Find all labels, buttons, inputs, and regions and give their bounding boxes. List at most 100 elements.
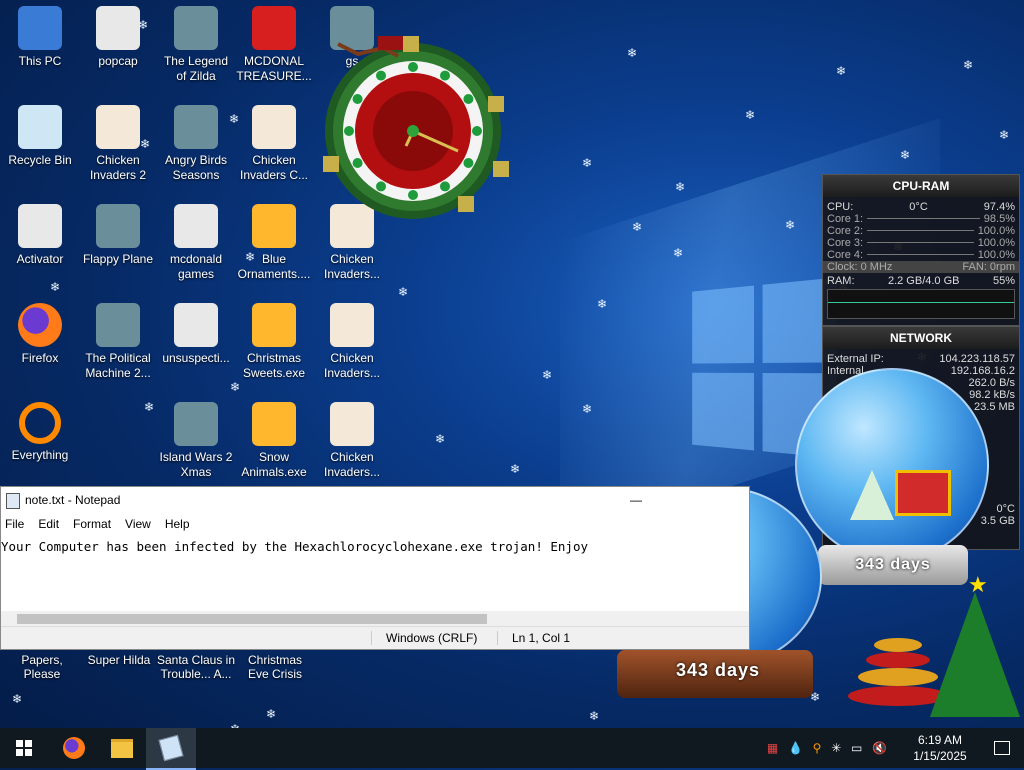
taskbar-firefox[interactable] [50, 728, 98, 768]
menu-file[interactable]: File [5, 513, 24, 535]
menu-edit[interactable]: Edit [38, 513, 59, 535]
game-icon [96, 204, 140, 248]
core-3-value: 100.0% [977, 237, 1015, 249]
download-speed: 98.2 kB/s [969, 389, 1015, 401]
snowflake-icon: ❄ [144, 400, 155, 414]
notepad-icon [6, 493, 20, 509]
folder-icon [174, 204, 218, 248]
icon-label-papers-please[interactable]: Papers, Please [2, 653, 82, 681]
snowflake-icon: ❄ [673, 246, 684, 260]
action-center-button[interactable] [980, 728, 1024, 768]
clock[interactable]: 6:19 AM 1/15/2025 [900, 728, 980, 768]
desktop-icon[interactable]: Chicken Invaders C... [236, 105, 312, 183]
minimize-button[interactable]: — [621, 487, 651, 513]
notepad-titlebar[interactable]: note.txt - Notepad — [1, 487, 749, 513]
desktop-icon[interactable]: The Legend of Zilda [158, 6, 234, 84]
desktop-icon[interactable]: Firefox [2, 303, 78, 366]
notepad-window[interactable]: note.txt - Notepad — File Edit Format Vi… [0, 486, 750, 650]
core-1-label: Core 1: [827, 213, 864, 225]
ram-value: 2.2 GB/4.0 GB [887, 275, 960, 287]
scrollbar-thumb[interactable] [17, 614, 487, 624]
search-tray-icon[interactable]: ⚲ [813, 741, 822, 755]
snowflake-tray-icon[interactable]: ✳ [831, 741, 841, 755]
core-2-label: Core 2: [827, 225, 864, 237]
icon-label-santa-claus[interactable]: Santa Claus in Trouble... A... [156, 653, 236, 681]
notepad-text-area[interactable]: Your Computer has been infected by the H… [1, 535, 749, 601]
folder-icon [18, 204, 62, 248]
chicken-icon [252, 105, 296, 149]
desktop-icon-label: Chicken Invaders C... [239, 153, 309, 182]
network-icon[interactable]: ▭ [851, 741, 862, 755]
clock-hour-dot [440, 181, 450, 192]
start-button[interactable] [0, 728, 48, 768]
horizontal-scrollbar[interactable] [1, 611, 749, 627]
exe-icon [252, 204, 296, 248]
small-tree-icon [850, 470, 894, 520]
icon-label-christmas-eve-crisis[interactable]: Christmas Eve Crisis [236, 653, 314, 681]
desktop-icon[interactable]: Angry Birds Seasons [158, 105, 234, 183]
desktop-icon[interactable]: Blue Ornaments.... [236, 204, 312, 282]
total-transfer: 23.5 MB [974, 401, 1015, 413]
icon-label-super-hilda[interactable]: Super Hilda [84, 653, 154, 667]
cpu-ram-gadget[interactable]: CPU-RAM CPU: 0°C 97.4% Core 1: 98.5% Core… [822, 174, 1020, 326]
desktop-icon[interactable]: mcdonald games [158, 204, 234, 282]
firefox-icon [63, 737, 85, 759]
menu-format[interactable]: Format [73, 513, 111, 535]
desktop-icon[interactable]: MCDONAL TREASURE... [236, 6, 312, 84]
desktop-icon[interactable]: This PC [2, 6, 78, 69]
desktop-icon[interactable]: Flappy Plane [80, 204, 156, 267]
chicken-icon [330, 402, 374, 446]
desktop-icon[interactable]: unsuspecti... [158, 303, 234, 366]
desktop-icon[interactable]: Everything [2, 402, 78, 463]
desktop-icon-label: Christmas Sweets.exe [242, 351, 306, 380]
cpu-ram-title: CPU-RAM [823, 175, 1019, 197]
cpu-temp: 0°C [909, 201, 928, 213]
desktop-icon[interactable]: popcap [80, 6, 156, 69]
taskbar-notepad[interactable] [146, 728, 196, 770]
desktop-icon[interactable]: Snow Animals.exe [236, 402, 312, 480]
gadget-tray-icon[interactable]: ▦ [767, 741, 778, 755]
clock-hour-dot [352, 94, 363, 104]
snowflake-icon: ❄ [900, 148, 911, 162]
taskbar-file-explorer[interactable] [98, 728, 146, 768]
water-drop-icon[interactable]: 💧 [788, 741, 803, 755]
computer-icon [18, 6, 62, 50]
desktop-icon[interactable]: Recycle Bin [2, 105, 78, 168]
desktop-icon[interactable]: Christmas Sweets.exe [236, 303, 312, 381]
clock-hour-dot [376, 70, 386, 81]
clock-speed: Clock: 0 MHz [827, 261, 893, 273]
clock-hour-dot [463, 158, 474, 168]
gifts-icon [895, 470, 951, 516]
desktop-icon[interactable]: Activator [2, 204, 78, 267]
desktop-icon-label: MCDONAL TREASURE... [236, 54, 312, 83]
system-tray: ▦ 💧 ⚲ ✳ ▭ 🔇 [762, 728, 892, 768]
core-2-value: 100.0% [977, 225, 1015, 237]
clock-hour-dot [352, 158, 363, 168]
drive-size: 3.5 GB [980, 515, 1015, 527]
snowflake-icon: ❄ [510, 462, 521, 476]
menu-help[interactable]: Help [165, 513, 190, 535]
folder-icon [96, 6, 140, 50]
desktop-icon[interactable]: Island Wars 2 Xmas [158, 402, 234, 480]
snowflake-icon: ❄ [836, 64, 847, 78]
cpu-label: CPU: [827, 201, 854, 213]
wreath-clock-gadget[interactable] [318, 36, 518, 226]
notification-icon [994, 741, 1010, 755]
core-4-label: Core 4: [827, 249, 864, 261]
desktop-icon-label: Recycle Bin [8, 153, 72, 167]
desktop-icon[interactable]: Chicken Invaders... [314, 303, 390, 381]
desktop-icon-label: Firefox [21, 351, 59, 365]
game-icon [174, 6, 218, 50]
menu-view[interactable]: View [125, 513, 151, 535]
recycle-bin-icon [18, 105, 62, 149]
clock-date: 1/15/2025 [913, 749, 967, 763]
snowflake-icon: ❄ [435, 432, 446, 446]
desktop-icon[interactable]: Chicken Invaders... [314, 402, 390, 480]
snowflake-icon: ❄ [999, 128, 1010, 142]
snowflake-icon: ❄ [632, 220, 643, 234]
desktop-icon[interactable]: Chicken Invaders 2 [80, 105, 156, 183]
desktop-icon-label: Angry Birds Seasons [164, 153, 228, 182]
clock-hour-dot [408, 190, 418, 200]
volume-muted-icon[interactable]: 🔇 [872, 741, 887, 755]
desktop-icon[interactable]: The Political Machine 2... [80, 303, 156, 381]
